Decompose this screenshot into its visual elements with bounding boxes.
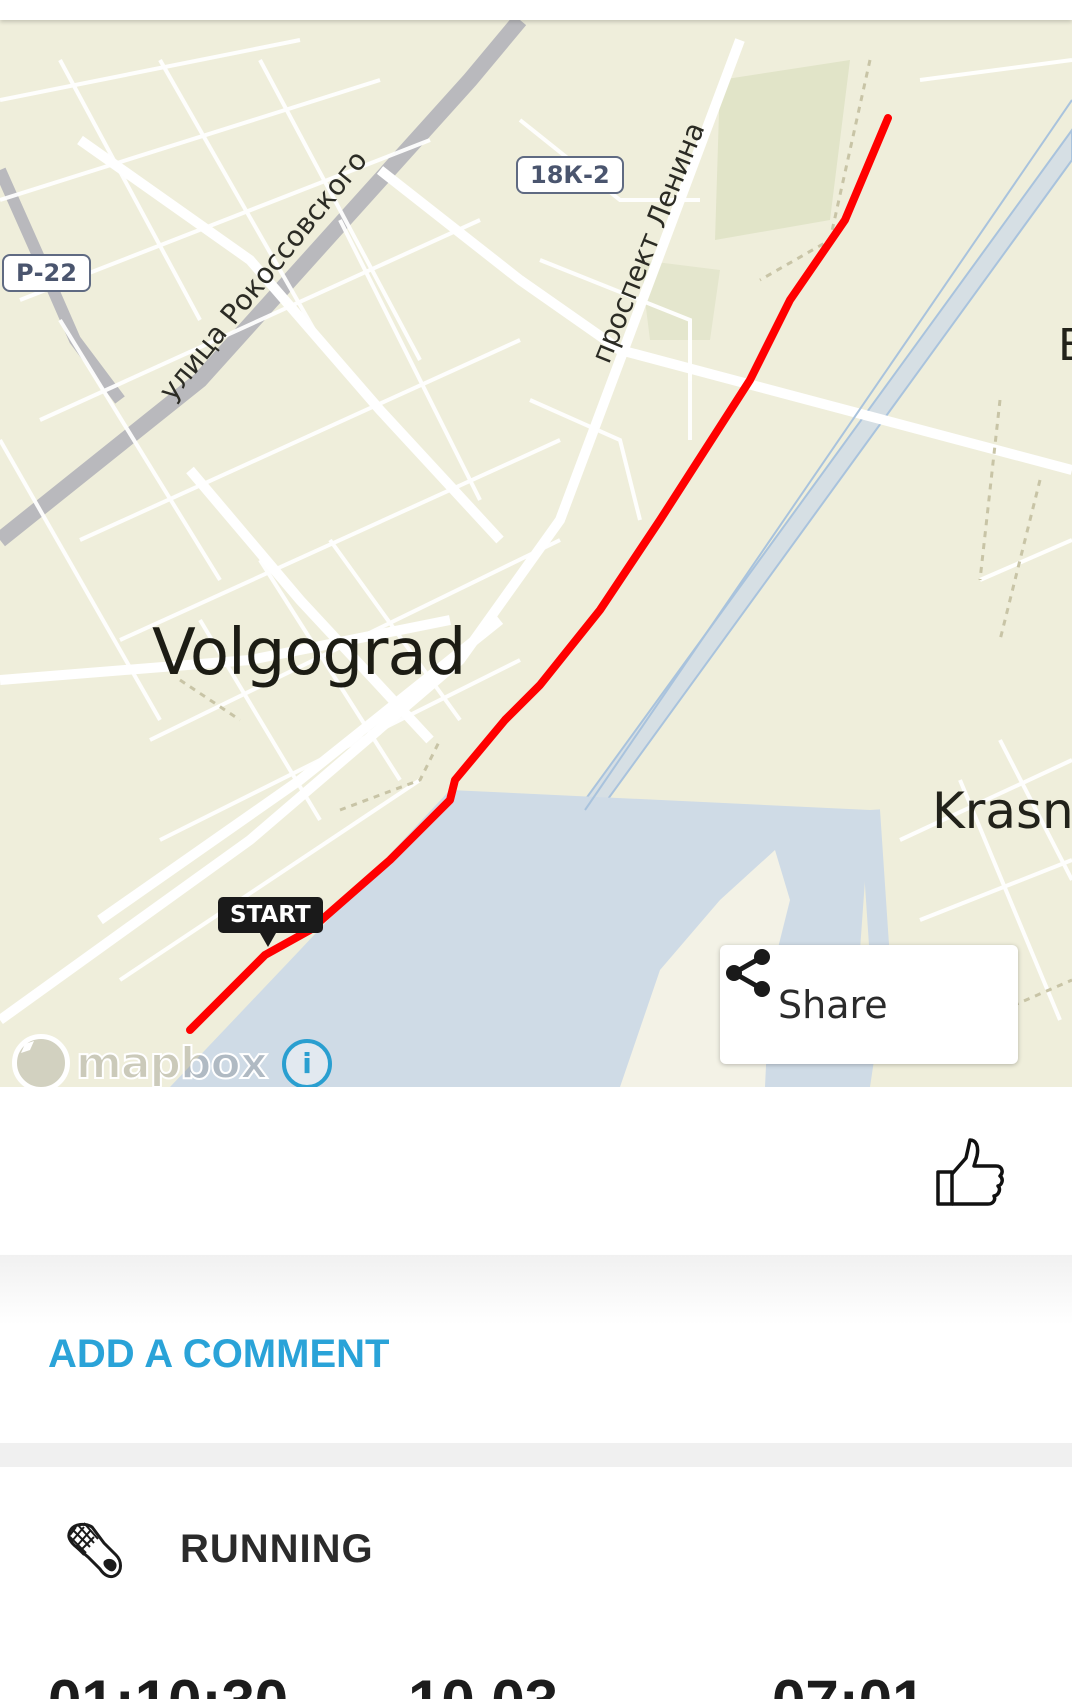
share-icon: [726, 949, 770, 997]
start-marker: START: [218, 897, 323, 947]
road-shield-r22: Р-22: [2, 254, 91, 292]
city-label-krasno: Krasno: [932, 782, 1072, 840]
road-shield-18k2: 18К-2: [516, 156, 624, 194]
activity-summary: RUNNING 01:10:30 10.03 07:01: [0, 1467, 1072, 1699]
section-divider: [0, 1443, 1072, 1467]
share-button[interactable]: Share: [720, 945, 1018, 1064]
top-edge: [0, 0, 1072, 20]
comment-section: ADD A COMMENT: [0, 1255, 1072, 1443]
thumbs-up-icon[interactable]: [932, 1134, 1008, 1210]
mapbox-attribution[interactable]: mapbox: [12, 1032, 269, 1088]
route-map[interactable]: Volgograd Krasno B Р-22 18К-2 улица Роко…: [0, 20, 1072, 1087]
running-shoe-icon: [67, 1522, 122, 1579]
city-label-edge: B: [1058, 320, 1072, 371]
activity-type-label: RUNNING: [180, 1527, 374, 1571]
info-icon[interactable]: i: [282, 1039, 332, 1087]
stat-pace: 07:01: [772, 1667, 925, 1699]
mapbox-logo-icon: [12, 1034, 70, 1087]
add-comment-link[interactable]: ADD A COMMENT: [48, 1332, 389, 1377]
share-label: Share: [778, 982, 888, 1027]
social-actions-row: [0, 1087, 1072, 1255]
stat-duration: 01:10:30: [48, 1667, 288, 1699]
city-label-volgograd: Volgograd: [152, 616, 466, 690]
stat-distance: 10.03: [408, 1667, 558, 1699]
mapbox-wordmark: mapbox: [75, 1037, 269, 1088]
